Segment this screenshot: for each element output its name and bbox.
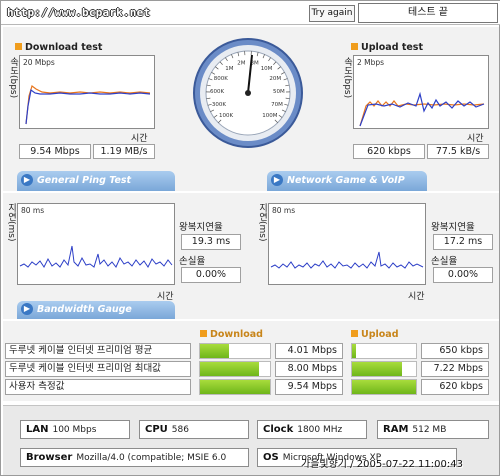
general-ping-banner[interactable]: ▶ General Ping Test xyxy=(17,171,175,191)
gauge-tick-label: 300K xyxy=(212,102,226,108)
bullet-icon xyxy=(351,330,358,337)
ping-left-loss-label: 손실율 xyxy=(179,256,206,267)
top-bar: http://www.bcpark.net Try again 테스트 끝 xyxy=(1,1,500,25)
download-bar-track xyxy=(199,379,271,395)
gauge-tick-label: 50M xyxy=(273,89,285,95)
gauge-tick-label: 800K xyxy=(214,76,228,82)
try-again-button[interactable]: Try again xyxy=(309,5,355,22)
clock-info: Clock 1800 MHz xyxy=(257,420,367,439)
upload-time-label: 시간 xyxy=(467,134,484,144)
download-bar-fill xyxy=(200,380,270,394)
download-mbytes-value: 1.19 MB/s xyxy=(93,144,155,159)
ping-left-rtt-value: 19.3 ms xyxy=(181,234,241,250)
upload-bar-track xyxy=(351,361,417,377)
ping-left-rtt-label: 왕복지연율 xyxy=(179,222,223,233)
ping-right-trace xyxy=(270,251,424,269)
download-graph: 20 Mbps xyxy=(19,55,155,129)
bandwidth-section: Download Upload 두루넷 케이블 인터넷 프리미엄 평균 4.01 … xyxy=(3,321,499,401)
download-bar-fill xyxy=(200,344,230,358)
bullet-icon xyxy=(200,330,207,337)
upload-kbytes-value: 77.5 kB/s xyxy=(427,144,489,159)
speed-test-panel: http://www.bcpark.net Try again 테스트 끝 Do… xyxy=(0,0,500,476)
ping-right-time-label: 시간 xyxy=(408,292,425,302)
download-bar-fill xyxy=(200,362,259,376)
arrow-right-icon: ▶ xyxy=(271,174,283,186)
upload-bar-fill xyxy=(352,362,402,376)
upload-kbps-value: 620 kbps xyxy=(353,144,425,159)
watermark-caption: 가을빛향기 / 2005-07-22 11:00:43 xyxy=(301,459,463,470)
arrow-right-icon: ▶ xyxy=(21,174,33,186)
download-bar-value: 9.54 Mbps xyxy=(275,379,343,395)
ping-left-loss-value: 0.00% xyxy=(181,267,241,283)
gauge-tick-label: 100M xyxy=(262,113,277,119)
gauge-tick-label: 20M xyxy=(269,76,281,82)
bullet-icon xyxy=(351,43,358,50)
download-bar-track xyxy=(199,361,271,377)
test-end-button[interactable]: 테스트 끝 xyxy=(358,3,498,23)
ping-left-graph: 80 ms xyxy=(17,203,175,285)
upload-bar-value: 620 kbps xyxy=(421,379,489,395)
upload-bar-track xyxy=(351,379,417,395)
upload-title: Upload test xyxy=(351,42,423,53)
bullet-icon xyxy=(15,43,22,50)
ram-info: RAM 512 MB xyxy=(377,420,489,439)
upload-bar-value: 650 kbps xyxy=(421,343,489,359)
ping-right-rtt-value: 17.2 ms xyxy=(433,234,493,250)
bandwidth-upload-header: Upload xyxy=(351,329,399,340)
bandwidth-row-label: 두루넷 케이블 인터넷 프리미엄 최대값 xyxy=(5,361,191,377)
browser-info: Browser Mozilla/4.0 (compatible; MSIE 6.0 xyxy=(20,448,249,467)
game-voip-banner[interactable]: ▶Network Game & VoIP Test xyxy=(267,171,427,206)
site-url[interactable]: http://www.bcpark.net xyxy=(7,6,150,19)
bandwidth-download-header: Download xyxy=(200,329,263,340)
bandwidth-row-label: 사용자 측정값 xyxy=(5,379,191,395)
gauge-tick-label: 1M xyxy=(225,66,233,72)
speed-test-section: Download test 속도(bps) 20 Mbps 시간 9.54 Mb… xyxy=(3,27,499,206)
download-scale-tag: 20 Mbps xyxy=(23,58,55,67)
ping-left-scale-tag: 80 ms xyxy=(21,206,45,215)
ping-left-trace xyxy=(19,245,173,268)
upload-bar-fill xyxy=(352,344,357,358)
ping-right-scale-tag: 80 ms xyxy=(272,206,296,215)
cpu-info: CPU 586 xyxy=(139,420,249,439)
ping-right-loss-value: 0.00% xyxy=(433,267,493,283)
bandwidth-row-label: 두루넷 케이블 인터넷 프리미엄 평균 xyxy=(5,343,191,359)
bandwidth-gauge-banner[interactable]: ▶ Bandwidth Gauge xyxy=(17,301,175,319)
gauge-tick-label: 10M xyxy=(261,66,273,72)
download-mbps-value: 9.54 Mbps xyxy=(19,144,91,159)
download-time-label: 시간 xyxy=(131,134,148,144)
gauge-tick-label: 2M xyxy=(237,61,245,67)
speed-gauge: 100K300K600K800K1M2M 3M10M20M50M70M100M xyxy=(193,38,303,148)
ping-right-graph: 80 ms xyxy=(268,203,426,285)
download-title: Download test xyxy=(15,42,102,53)
upload-bar-track xyxy=(351,343,417,359)
upload-graph: 2 Mbps xyxy=(353,55,489,129)
download-bar-value: 4.01 Mbps xyxy=(275,343,343,359)
gauge-tick-label: 100K xyxy=(219,113,233,119)
gauge-tick-label: 600K xyxy=(210,89,224,95)
ping-right-loss-label: 손실율 xyxy=(431,256,458,267)
upload-bar-fill xyxy=(352,380,416,394)
gauge-tick-label: 70M xyxy=(271,102,283,108)
lan-info: LAN 100 Mbps xyxy=(20,420,130,439)
download-bar-track xyxy=(199,343,271,359)
download-bar-value: 8.00 Mbps xyxy=(275,361,343,377)
ping-right-rtt-label: 왕복지연율 xyxy=(431,222,475,233)
upload-scale-tag: 2 Mbps xyxy=(357,58,385,67)
ping-test-section: 지연(ms) 80 ms 시간 왕복지연율 19.3 ms 손실율 0.00% … xyxy=(3,193,499,319)
arrow-right-icon: ▶ xyxy=(21,303,33,315)
upload-bar-value: 7.22 Mbps xyxy=(421,361,489,377)
